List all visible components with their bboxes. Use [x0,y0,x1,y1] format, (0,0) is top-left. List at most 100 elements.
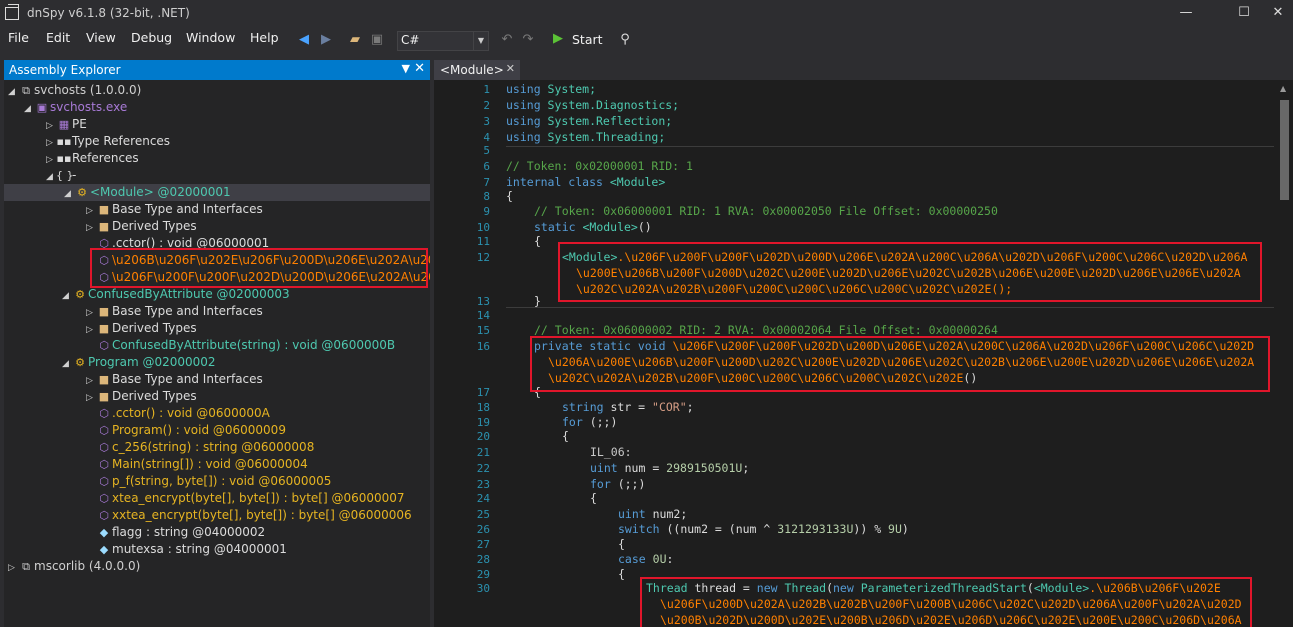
assembly-icon: ⧉ [22,560,30,573]
menu-file[interactable]: File [8,30,29,45]
method-icon: ⬡ [99,458,109,471]
field-icon: ◆ [99,543,109,556]
tree-node-module[interactable]: ◢ ⚙ <Module> @02000001 [4,184,430,201]
tree-node-base-type[interactable]: ▷ ■ Base Type and Interfaces [86,201,263,218]
scrollbar-thumb[interactable] [1280,100,1289,200]
undo-icon[interactable]: ↶ [499,32,515,48]
expand-icon[interactable]: ▷ [86,220,96,237]
tree-node-confusedby-attribute[interactable]: ◢ ⚙ ConfusedByAttribute @02000003 [62,286,290,303]
expand-icon[interactable]: ▷ [86,390,96,407]
menu-window[interactable]: Window [186,30,235,45]
line-number: 22 [476,462,490,475]
assembly-explorer-title: Assembly Explorer [9,63,121,77]
line-number: 17 [476,386,490,399]
folder-icon: ■ [98,220,110,233]
assembly-tree: ◢ ⧉ svchosts (1.0.0.0) ◢ ▣ svchosts.exe ▷ ▦ PE… [4,82,430,627]
collapse-icon[interactable]: ◢ [24,101,34,118]
start-label: Start [572,32,603,47]
collapse-icon[interactable]: ◢ [8,84,18,101]
tab-module[interactable]: <Module> ✕ [434,60,520,80]
chevron-down-icon: ▼ [473,32,488,50]
pe-icon: ▦ [58,118,70,131]
separator [506,307,1274,308]
line-number: 6 [483,160,490,173]
tree-node-program[interactable]: ◢ ⚙ Program @02000002 [62,354,216,371]
line-number: 20 [476,430,490,443]
folder-icon: ■ [98,322,110,335]
back-arrow-icon[interactable]: ◀ [296,32,312,48]
tree-node-pf[interactable]: ⬡ p_f(string, byte[]) : void @06000005 [96,473,331,490]
tree-node-xtea-encrypt[interactable]: ⬡ xtea_encrypt(byte[], byte[]) : byte[] @… [96,490,404,507]
menu-help[interactable]: Help [250,30,279,45]
save-icon[interactable]: ▣ [369,32,385,48]
tree-node-base-type[interactable]: ▷ ■ Base Type and Interfaces [86,303,263,320]
tree-node-xxtea-encrypt[interactable]: ⬡ xxtea_encrypt(byte[], byte[]) : byte[] … [96,507,411,524]
tree-node-namespace[interactable]: ◢{ }- [46,167,76,184]
collapse-icon[interactable]: ◢ [62,288,72,305]
redo-icon[interactable]: ↷ [520,32,536,48]
scroll-up-icon[interactable]: ▲ [1280,84,1286,93]
tree-node-type-references[interactable]: ▷ ▪▪Type References [46,133,170,150]
line-number: 28 [476,553,490,566]
maximize-button[interactable]: ☐ [1232,2,1256,24]
line-number-gutter: 1 2 3 4 5 6 7 8 9 10 11 12 13 14 15 16 1… [434,80,496,627]
tree-node-main[interactable]: ⬡ Main(string[]) : void @06000004 [96,456,308,473]
line-number: 8 [483,190,490,203]
line-number: 13 [476,295,490,308]
highlight-box-thread-creation [640,577,1252,627]
line-number: 26 [476,523,490,536]
menu-edit[interactable]: Edit [46,30,70,45]
line-number: 25 [476,508,490,521]
expand-icon[interactable]: ▷ [8,560,18,577]
language-value: C# [401,33,420,47]
collapse-icon[interactable]: ◢ [62,356,72,373]
namespace-icon: { } [56,169,74,182]
language-select[interactable]: C# ▼ [397,31,489,51]
tree-node-program-ctor[interactable]: ⬡ Program() : void @06000009 [96,422,286,439]
tree-node-confusedby-ctor[interactable]: ⬡ ConfusedByAttribute(string) : void @060… [96,337,395,354]
forward-arrow-icon[interactable]: ▶ [318,32,334,48]
code-line: for (;;) [590,477,646,491]
search-icon[interactable]: ⚲ [617,32,633,48]
close-panel-icon[interactable]: ✕ [414,61,425,76]
tree-node-derived-types[interactable]: ▷ ■ Derived Types [86,388,197,405]
code-line: using System; [506,82,597,96]
line-number: 1 [483,83,490,96]
line-number: 12 [476,251,490,264]
line-number: 7 [483,176,490,189]
line-number: 27 [476,538,490,551]
minimize-button[interactable]: — [1174,2,1198,24]
tree-node-program-cctor[interactable]: ⬡ .cctor() : void @0600000A [96,405,270,422]
vertical-scrollbar[interactable]: ▲ [1276,80,1293,627]
tree-node-c256[interactable]: ⬡ c_256(string) : string @06000008 [96,439,314,456]
line-number: 18 [476,401,490,414]
tree-node-derived-types[interactable]: ▷ ■ Derived Types [86,218,197,235]
tree-node-svchosts-exe[interactable]: ◢ ▣ svchosts.exe [24,99,127,116]
tree-node-mscorlib[interactable]: ▷ ⧉ mscorlib (4.0.0.0) [8,558,140,575]
close-tab-icon[interactable]: ✕ [506,62,515,75]
code-line: using System.Diagnostics; [506,98,680,112]
expand-icon[interactable]: ▷ [86,322,96,339]
tree-node-mutexsa[interactable]: ◆ mutexsa : string @04000001 [96,541,287,558]
tree-node-references[interactable]: ▷ ▪▪References [46,150,139,167]
window-title: dnSpy v6.1.8 (32-bit, .NET) [27,6,190,20]
open-folder-icon[interactable]: ▰ [347,32,363,48]
line-number: 21 [476,446,490,459]
menu-view[interactable]: View [86,30,116,45]
code-editor[interactable]: 1 2 3 4 5 6 7 8 9 10 11 12 13 14 15 16 1… [434,80,1293,627]
collapse-icon[interactable]: ◢ [64,186,74,203]
tree-node-derived-types[interactable]: ▷ ■ Derived Types [86,320,197,337]
menu-debug[interactable]: Debug [131,30,172,45]
play-icon: ▶ [553,31,563,46]
folder-icon: ■ [98,390,110,403]
highlight-box-cctor-call [558,242,1262,302]
tree-node-flagg[interactable]: ◆ flagg : string @04000002 [96,524,265,541]
tree-node-pe[interactable]: ▷ ▦ PE [46,116,87,133]
folder-icon: ■ [98,305,110,318]
dropdown-icon[interactable]: ▼ [402,62,410,75]
highlight-box-method-signature [530,336,1270,392]
close-button[interactable]: ✕ [1266,2,1290,24]
line-number: 14 [476,309,490,322]
tree-node-svchosts[interactable]: ◢ ⧉ svchosts (1.0.0.0) [8,82,141,99]
tree-node-base-type[interactable]: ▷ ■ Base Type and Interfaces [86,371,263,388]
